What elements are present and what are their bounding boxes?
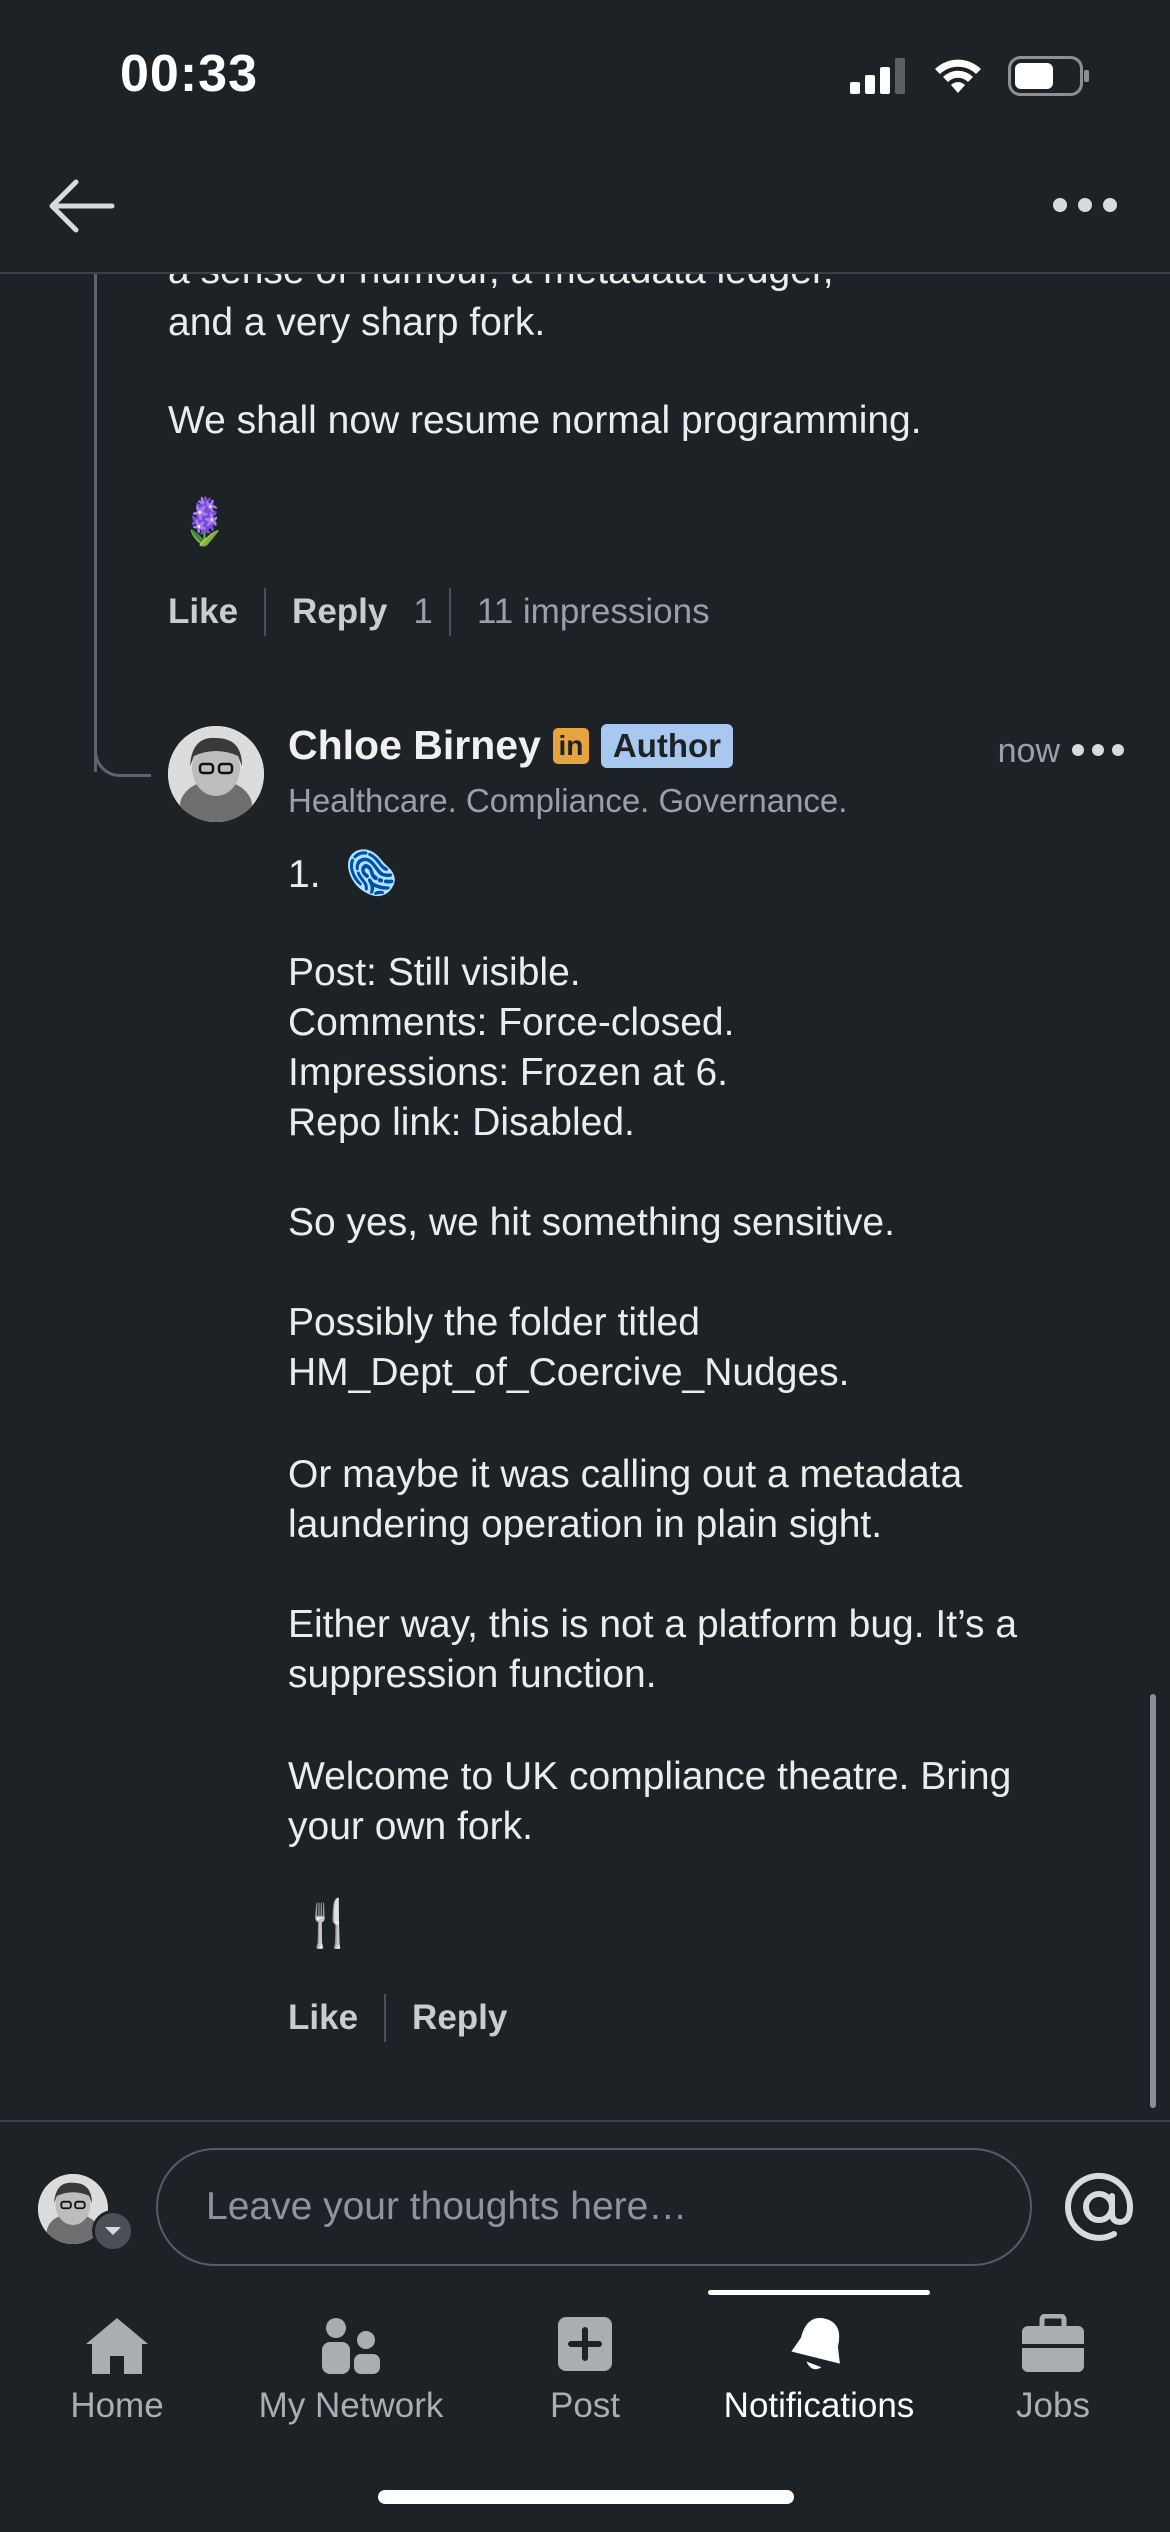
status-time: 00:33 xyxy=(120,45,258,103)
post-icon xyxy=(558,2317,612,2371)
status-icons xyxy=(850,56,1090,96)
comment-paragraph: Possibly the folder titled HM_Dept_of_Co… xyxy=(288,1298,849,1398)
nav-notifications[interactable]: Notifications xyxy=(702,2290,936,2440)
reply-button[interactable]: Reply xyxy=(292,592,387,632)
ellipsis-icon xyxy=(1053,198,1117,212)
nav-my-network[interactable]: My Network xyxy=(234,2290,468,2440)
home-icon xyxy=(86,2318,148,2374)
status-line: Comments: Force-closed. xyxy=(288,1001,735,1044)
person-photo-icon xyxy=(168,726,264,822)
divider xyxy=(264,588,267,636)
prev-comment-actions: Like Reply 1 11 impressions xyxy=(168,588,710,636)
back-arrow-icon xyxy=(49,179,115,233)
status-line: Post: Still visible. xyxy=(288,951,581,994)
home-indicator[interactable] xyxy=(378,2490,794,2504)
linkedin-premium-icon: in xyxy=(552,727,589,764)
briefcase-icon xyxy=(1022,2314,1084,2372)
text-line: your own fork. xyxy=(288,1805,533,1848)
comment-intro: 1. 🫆 xyxy=(288,848,398,900)
identity-switcher-button[interactable] xyxy=(92,2210,134,2252)
wifi-icon xyxy=(935,59,981,93)
battery-icon xyxy=(1008,56,1089,96)
chevron-down-icon xyxy=(105,2227,121,2235)
comment-paragraph: Welcome to UK compliance theatre. Bring … xyxy=(288,1752,1011,1852)
nav-jobs[interactable]: Jobs xyxy=(936,2290,1170,2440)
thread-line xyxy=(94,272,97,772)
prev-comment-text-paragraph: We shall now resume normal programming. xyxy=(168,399,922,442)
author-badge: Author xyxy=(600,723,734,768)
active-tab-indicator xyxy=(708,2290,930,2295)
text-line: HM_Dept_of_Coercive_Nudges. xyxy=(288,1351,850,1394)
like-button[interactable]: Like xyxy=(288,1998,358,2038)
text-line: Welcome to UK compliance theatre. Bring xyxy=(288,1755,1012,1798)
intro-number: 1. xyxy=(288,853,321,896)
author-avatar[interactable] xyxy=(168,726,264,822)
comment-paragraph: Either way, this is not a platform bug. … xyxy=(288,1600,1017,1700)
like-button[interactable]: Like xyxy=(168,592,238,632)
text-line: laundering operation in plain sight. xyxy=(288,1503,883,1546)
nav-label: Post xyxy=(549,2386,621,2425)
comment-input[interactable] xyxy=(156,2148,1032,2266)
nav-label: Notifications xyxy=(723,2386,915,2425)
author-headline: Healthcare. Compliance. Governance. xyxy=(288,782,848,819)
divider xyxy=(384,1994,387,2042)
cellular-signal-icon xyxy=(850,58,905,94)
comment-paragraph: So yes, we hit something sensitive. xyxy=(288,1201,895,1244)
mention-button[interactable] xyxy=(1062,2170,1136,2244)
fork-knife-emoji: 🍴 xyxy=(300,1897,358,1949)
nav-label: Jobs xyxy=(1016,2386,1090,2425)
divider xyxy=(448,588,451,636)
reply-count: 1 xyxy=(413,592,433,631)
reply-button[interactable]: Reply xyxy=(412,1998,507,2038)
top-bar xyxy=(0,150,1170,274)
author-name-row: Chloe Birney in Author xyxy=(288,722,734,769)
nav-label: Home xyxy=(70,2386,164,2425)
comment-status-list: Post: Still visible. Comments: Force-clo… xyxy=(288,948,734,1148)
at-sign-icon xyxy=(1065,2172,1134,2241)
prev-comment-text-line: and a very sharp fork. xyxy=(168,301,546,344)
hyacinth-emoji: 🪻 xyxy=(176,495,234,547)
text-line: Either way, this is not a platform bug. … xyxy=(288,1603,1018,1646)
fingerprint-emoji: 🫆 xyxy=(345,849,398,896)
comment-more-button[interactable] xyxy=(1066,728,1130,772)
impressions-count[interactable]: 11 impressions xyxy=(477,592,710,632)
more-options-button[interactable] xyxy=(1040,180,1130,230)
composer-divider xyxy=(0,2120,1170,2122)
nav-post[interactable]: Post xyxy=(468,2290,702,2440)
back-button[interactable] xyxy=(40,170,130,242)
comment-timestamp: now xyxy=(997,732,1060,770)
text-line: Or maybe it was calling out a metadata xyxy=(288,1453,963,1496)
thread-line-curve xyxy=(94,720,151,777)
status-line: Impressions: Frozen at 6. xyxy=(288,1051,729,1094)
comment-actions: Like Reply xyxy=(288,1994,507,2042)
network-icon xyxy=(322,2318,380,2374)
ellipsis-icon xyxy=(1072,744,1124,756)
nav-home[interactable]: Home xyxy=(0,2290,234,2440)
bottom-nav: Home My Network Post Notifications Jobs xyxy=(0,2290,1170,2440)
text-line: Possibly the folder titled xyxy=(288,1301,700,1344)
bell-icon xyxy=(791,2318,840,2370)
author-name[interactable]: Chloe Birney xyxy=(288,722,541,769)
nav-label: My Network xyxy=(258,2386,444,2425)
scrollbar[interactable] xyxy=(1150,1694,1156,2108)
text-line: suppression function. xyxy=(288,1653,657,1696)
status-line: Repo link: Disabled. xyxy=(288,1101,635,1144)
comment-paragraph: Or maybe it was calling out a metadata l… xyxy=(288,1450,962,1550)
